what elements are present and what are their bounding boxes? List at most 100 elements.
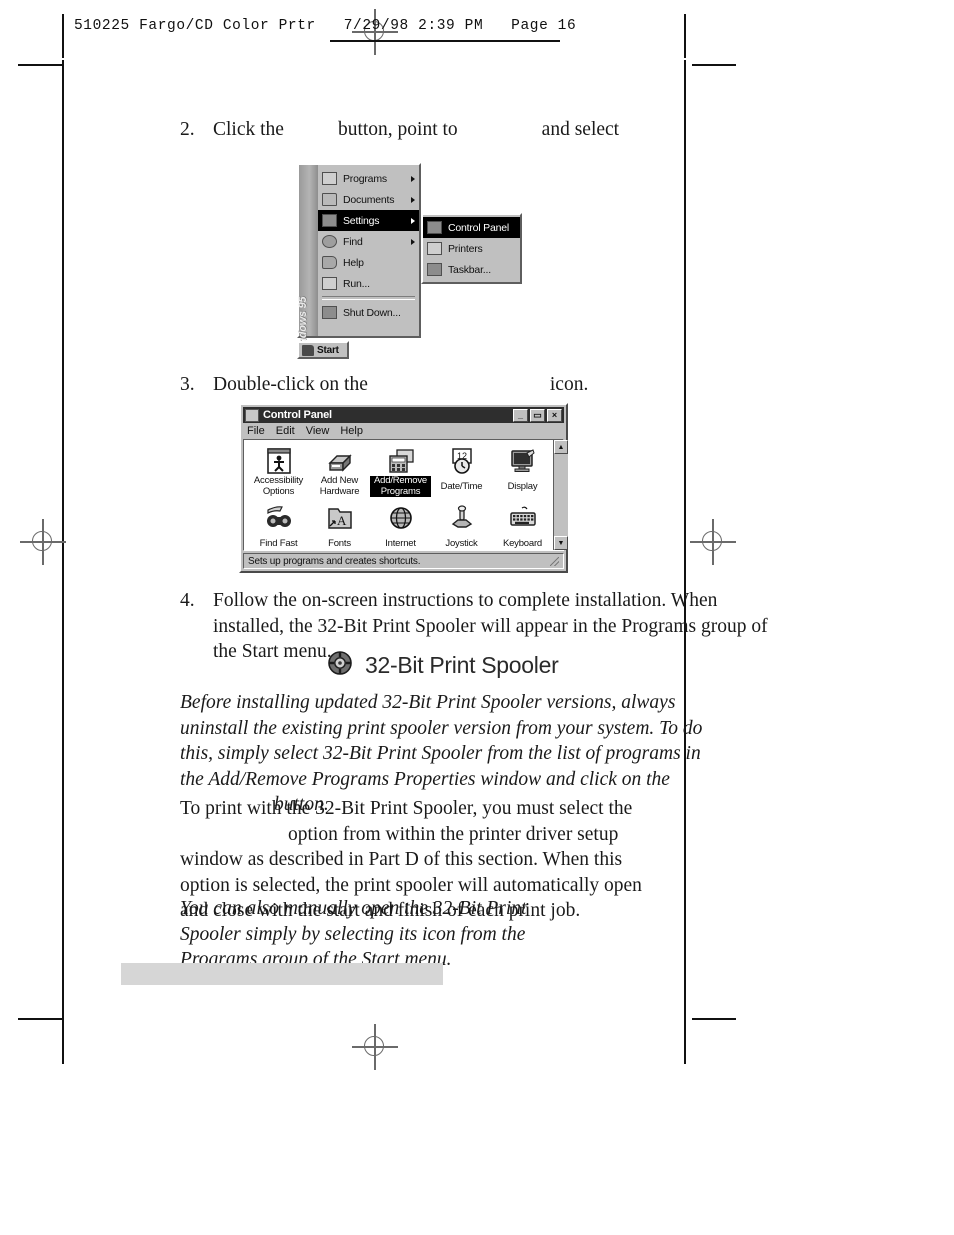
chevron-right-icon [411, 175, 415, 182]
uninstall-note-line-2: uninstall the existing print spooler ver… [180, 717, 703, 739]
submenu-item-control-panel[interactable]: Control Panel [423, 217, 520, 238]
start-menu-item-help[interactable]: Help [318, 252, 419, 273]
control-panel-item-date-time[interactable]: 12 Date/Time [431, 444, 492, 501]
control-panel-item-add-remove-programs-label: Add/Remove Programs [370, 475, 431, 497]
crop-mark-bottom-right-h [692, 1018, 736, 1020]
control-panel-item-display-label: Display [507, 481, 538, 492]
manual-open-note-text: You can also manually open the 32-Bit Pr… [180, 898, 527, 970]
start-button-label: Start [317, 344, 339, 356]
step-2-fragment-2: button, point to [337, 119, 458, 140]
settings-submenu: Control Panel Printers Taskbar... [421, 213, 522, 284]
start-menu-item-list: Programs Documents Settings Find Help Ru… [318, 165, 419, 336]
slug-underline [330, 40, 560, 42]
control-panel-item-add-new-hardware[interactable]: Add New Hardware [309, 444, 370, 501]
display-icon [492, 446, 553, 476]
spooler-target-icon [327, 650, 353, 681]
start-menu-item-run[interactable]: Run... [318, 273, 419, 294]
crop-mark-top-right-v [684, 14, 686, 58]
vertical-scrollbar[interactable]: ▲ ▼ [553, 440, 568, 550]
step-3-text: Double-click on the icon. [213, 372, 780, 398]
submenu-item-taskbar-label: Taskbar... [448, 263, 491, 276]
crop-mark-top-left-h [18, 64, 62, 66]
start-menu-item-run-label: Run... [343, 277, 370, 290]
control-panel-item-find-fast-label: Find Fast [259, 537, 298, 549]
date-time-icon: 12 [431, 446, 492, 476]
control-panel-item-joystick[interactable]: Joystick [431, 501, 492, 553]
start-menu-item-programs[interactable]: Programs [318, 168, 419, 189]
control-panel-item-keyboard[interactable]: Keyboard [492, 501, 553, 553]
menu-item-edit[interactable]: Edit [276, 425, 295, 437]
control-panel-item-keyboard-label: Keyboard [502, 537, 543, 549]
control-panel-title-label: Control Panel [263, 409, 332, 421]
registration-mark-bottom [352, 1024, 398, 1070]
submenu-item-printers-label: Printers [448, 242, 483, 255]
resize-grip-icon[interactable] [550, 556, 559, 566]
control-panel-item-fonts-label: Fonts [328, 537, 351, 549]
figure-start-menu: Windows 95 Programs Documents Settings F… [297, 163, 522, 361]
minimize-button[interactable]: _ [513, 408, 528, 422]
control-panel-item-accessibility-options[interactable]: Accessibility Options [248, 444, 309, 501]
start-menu-item-shut-down[interactable]: Shut Down... [318, 302, 419, 323]
control-panel-icon-view: Accessibility Options Add New Hardware A… [243, 439, 568, 551]
step-2-fragment-3: and select [541, 119, 620, 140]
svg-text:A: A [337, 513, 347, 528]
control-panel-menu-bar: File Edit View Help [243, 423, 564, 439]
control-panel-item-find-fast[interactable]: Find Fast [248, 501, 309, 553]
step-3-number: 3. [180, 374, 195, 395]
submenu-item-printers[interactable]: Printers [423, 238, 520, 259]
start-menu-item-shut-down-label: Shut Down... [343, 306, 401, 319]
find-fast-icon [248, 503, 309, 533]
find-icon [321, 234, 338, 249]
step-2: 2. Click the button, point to and select [180, 117, 780, 143]
chevron-right-icon [411, 196, 415, 203]
control-panel-item-add-remove-programs[interactable]: Add/Remove Programs [370, 444, 431, 501]
chevron-right-icon [411, 217, 415, 224]
control-panel-item-add-new-hardware-label: Add New Hardware [319, 475, 360, 497]
control-panel-item-fonts[interactable]: A Fonts [309, 501, 370, 553]
control-panel-item-internet[interactable]: Internet [370, 501, 431, 553]
print-para-line-1: To print with the 32-Bit Print Spooler, … [180, 798, 633, 819]
registration-mark-right [690, 519, 736, 565]
control-panel-status-text: Sets up programs and creates shortcuts. [248, 555, 421, 567]
control-panel-item-display[interactable]: Display [492, 444, 553, 501]
system-menu-icon[interactable] [245, 408, 259, 422]
start-menu-item-help-label: Help [343, 256, 364, 269]
crop-mark-top-right-h [692, 64, 736, 66]
start-button[interactable]: Start [297, 341, 349, 359]
start-menu-item-documents[interactable]: Documents [318, 189, 419, 210]
menu-item-help[interactable]: Help [340, 425, 363, 437]
close-button[interactable]: × [547, 408, 562, 422]
slug-rule [62, 14, 64, 44]
start-menu-item-programs-label: Programs [343, 172, 387, 185]
run-icon [321, 276, 338, 291]
accessibility-options-icon [248, 446, 309, 476]
print-para-line-4: option is selected, the print spooler wi… [180, 874, 642, 896]
footer-gray-bar [121, 963, 443, 985]
registration-mark-left [20, 519, 66, 565]
documents-icon [321, 192, 338, 207]
menu-item-view[interactable]: View [306, 425, 330, 437]
shutdown-icon [321, 305, 338, 320]
uninstall-note-line-4: the Add/Remove Programs Properties windo… [180, 768, 670, 790]
step-3-fragment-1: Double-click on the [213, 374, 368, 395]
internet-icon [370, 503, 431, 533]
submenu-item-control-panel-label: Control Panel [448, 221, 510, 234]
start-menu-item-settings[interactable]: Settings [318, 210, 419, 231]
figure-control-panel-window: Control Panel _ ▭ × File Edit View Help [239, 403, 568, 573]
maximize-button[interactable]: ▭ [530, 408, 545, 422]
control-panel-icon-grid: Accessibility Options Add New Hardware A… [244, 440, 553, 550]
menu-item-file[interactable]: File [247, 425, 265, 437]
help-icon [321, 255, 338, 270]
print-para-line-2-text: option from within the printer driver se… [288, 823, 619, 845]
add-remove-programs-icon [370, 446, 431, 476]
step-2-text: Click the button, point to and select [213, 117, 780, 143]
step-2-number: 2. [180, 119, 195, 140]
windows-95-banner: Windows 95 [297, 165, 318, 357]
scroll-down-button[interactable]: ▼ [554, 536, 568, 550]
control-panel-item-accessibility-options-label: Accessibility Options [253, 475, 304, 497]
scroll-up-button[interactable]: ▲ [554, 440, 568, 454]
control-panel-title-bar: Control Panel _ ▭ × [243, 407, 564, 423]
start-menu-item-find[interactable]: Find [318, 231, 419, 252]
spooler-label: 32-Bit Print Spooler [365, 652, 559, 678]
submenu-item-taskbar[interactable]: Taskbar... [423, 259, 520, 280]
